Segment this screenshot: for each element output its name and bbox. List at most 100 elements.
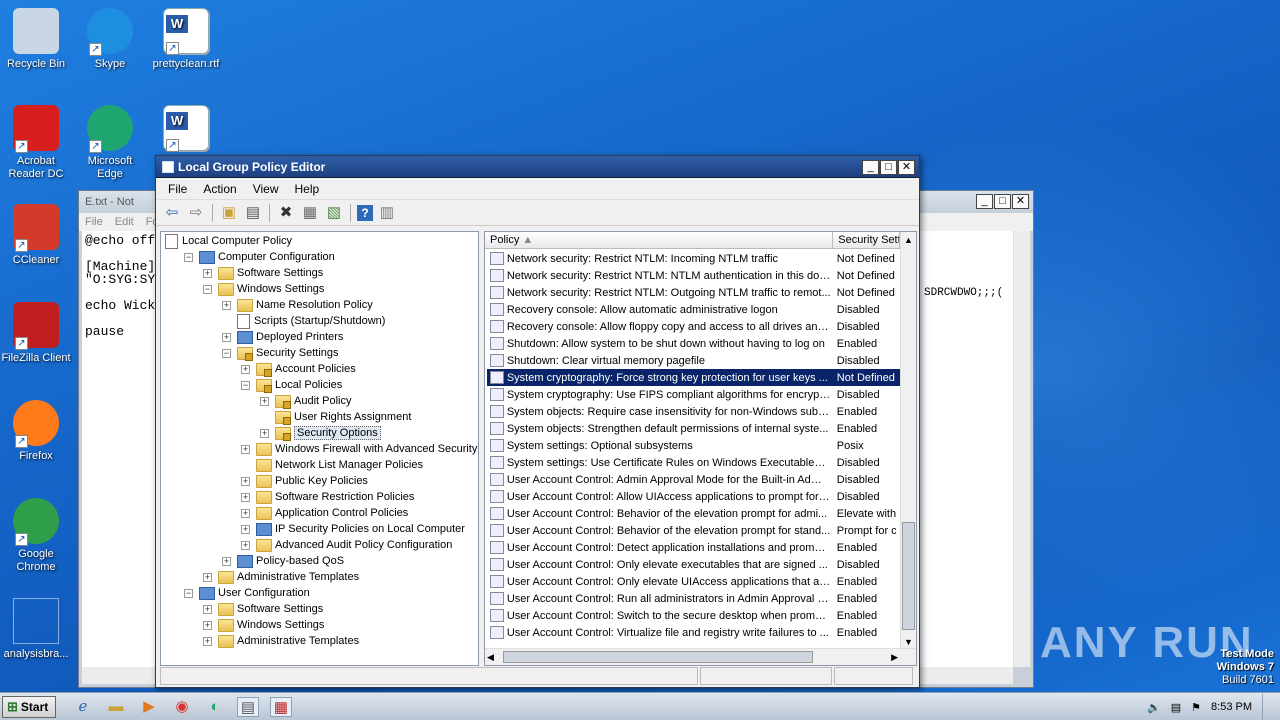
expand-icon[interactable]: + (203, 604, 212, 614)
desktop-icon-document[interactable]: W ↗ (150, 105, 222, 155)
desktop-icon-recycle-bin[interactable]: Recycle Bin (0, 8, 72, 71)
maximize-button[interactable]: □ (880, 160, 897, 175)
tree-item[interactable]: − Security Settings (222, 345, 339, 361)
explorer-folder-icon[interactable]: ▬ (105, 697, 127, 717)
expand-icon[interactable]: + (203, 572, 212, 582)
speaker-icon[interactable]: 🔈 (1147, 701, 1161, 714)
desktop-icon-acrobat-reader-dc[interactable]: ↗ Acrobat Reader DC (0, 105, 72, 181)
tree-item[interactable]: Local Computer Policy (165, 233, 292, 249)
policy-row[interactable]: User Account Control: Only elevate execu… (487, 556, 900, 573)
tree-item[interactable]: + Software Settings (203, 601, 323, 617)
forward-arrow-icon[interactable]: ⇨ (186, 203, 206, 223)
desktop-icon-filezilla-client[interactable]: ↗ FileZilla Client (0, 302, 72, 365)
show-desktop-button[interactable] (1262, 694, 1272, 720)
internet-explorer-icon[interactable]: ℯ (72, 697, 94, 717)
desktop-icon-microsoft-edge[interactable]: ↗ Microsoft Edge (74, 105, 146, 181)
tree-item[interactable]: + Advanced Audit Policy Configuration (241, 537, 452, 553)
expand-icon[interactable]: + (203, 620, 212, 630)
tree-item[interactable]: Network List Manager Policies (241, 457, 423, 473)
expand-icon[interactable]: + (260, 428, 269, 438)
expand-icon[interactable]: + (241, 476, 250, 486)
expand-icon[interactable]: + (241, 364, 250, 374)
collapse-icon[interactable]: − (203, 284, 212, 294)
chrome-icon[interactable]: ◉ (171, 697, 193, 717)
tree-item[interactable]: − Computer Configuration (184, 249, 335, 265)
menu-file[interactable]: File (160, 182, 195, 196)
tree-item[interactable]: − Local Policies (241, 377, 342, 393)
policy-row[interactable]: User Account Control: Only elevate UIAcc… (487, 573, 900, 590)
help-icon[interactable]: ? (357, 204, 373, 221)
policy-row[interactable]: User Account Control: Detect application… (487, 539, 900, 556)
expand-icon[interactable]: + (222, 332, 231, 342)
policy-row[interactable]: User Account Control: Admin Approval Mod… (487, 471, 900, 488)
policy-row[interactable]: Recovery console: Allow floppy copy and … (487, 318, 900, 335)
tree-item[interactable]: + Windows Firewall with Advanced Security (241, 441, 477, 457)
tree-item[interactable]: + Security Options (260, 425, 381, 441)
menu-file[interactable]: File (85, 216, 103, 228)
policy-row[interactable]: Network security: Restrict NTLM: Incomin… (487, 250, 900, 267)
policy-tree-pane[interactable]: Local Computer Policy − Computer Configura… (160, 231, 479, 666)
flag-icon[interactable]: ⚑ (1191, 701, 1201, 714)
clock[interactable]: 8:53 PM (1211, 701, 1252, 713)
desktop-icon-firefox[interactable]: ↗ Firefox (0, 400, 72, 463)
tree-item[interactable]: User Rights Assignment (260, 409, 411, 425)
up-folder-icon[interactable]: ▣ (219, 203, 239, 223)
filter-view-icon[interactable]: ▥ (377, 203, 397, 223)
maximize-button[interactable]: □ (994, 194, 1011, 209)
tree-item[interactable]: + Software Restriction Policies (241, 489, 414, 505)
close-button[interactable]: ✕ (1012, 194, 1029, 209)
column-header-security-setting[interactable]: Security Sett (833, 232, 900, 248)
menu-help[interactable]: Help (287, 182, 328, 196)
desktop-icon-ccleaner[interactable]: ↗ CCleaner (0, 204, 72, 267)
expand-icon[interactable]: + (241, 444, 250, 454)
policy-row[interactable]: System cryptography: Force strong key pr… (487, 369, 900, 386)
expand-icon[interactable]: + (222, 300, 231, 310)
expand-icon[interactable]: + (260, 396, 269, 406)
policy-row[interactable]: Recovery console: Allow automatic admini… (487, 301, 900, 318)
tree-item[interactable]: + Application Control Policies (241, 505, 408, 521)
policy-row[interactable]: User Account Control: Run all administra… (487, 590, 900, 607)
collapse-icon[interactable]: − (222, 348, 231, 358)
edge-icon[interactable]: ◐ (204, 697, 226, 717)
policy-row[interactable]: System objects: Require case insensitivi… (487, 403, 900, 420)
notepad-taskbar-icon[interactable]: ▤ (237, 696, 259, 717)
policy-row[interactable]: Network security: Restrict NTLM: Outgoin… (487, 284, 900, 301)
expand-icon[interactable]: + (203, 268, 212, 278)
properties-icon[interactable]: ▦ (300, 203, 320, 223)
list-vertical-scrollbar[interactable]: ▲ ▼ (900, 232, 916, 650)
network-icon[interactable]: ▤ (1171, 701, 1181, 714)
expand-icon[interactable]: + (241, 540, 250, 550)
expand-icon[interactable]: + (241, 508, 250, 518)
policy-row[interactable]: Network security: Restrict NTLM: NTLM au… (487, 267, 900, 284)
menu-action[interactable]: Action (195, 182, 244, 196)
desktop-icon-prettyclean-rtf[interactable]: W ↗ prettyclean.rtf (150, 8, 222, 71)
tree-item[interactable]: + Audit Policy (260, 393, 351, 409)
desktop-icon-google-chrome[interactable]: ↗ Google Chrome (0, 498, 72, 574)
tree-item[interactable]: + Policy-based QoS (222, 553, 344, 569)
expand-icon[interactable]: + (241, 524, 250, 534)
tree-item[interactable]: + Windows Settings (203, 617, 324, 633)
media-player-icon[interactable]: ▶ (138, 697, 160, 717)
policy-row[interactable]: System objects: Strengthen default permi… (487, 420, 900, 437)
policy-row[interactable]: System settings: Use Certificate Rules o… (487, 454, 900, 471)
start-button[interactable]: ⊞ Start (2, 695, 56, 718)
tree-item[interactable]: − User Configuration (184, 585, 310, 601)
desktop-icon-skype[interactable]: ↗ Skype (74, 8, 146, 71)
tree-item[interactable]: + Account Policies (241, 361, 356, 377)
gpedit-titlebar[interactable]: Local Group Policy Editor (156, 156, 919, 178)
expand-icon[interactable]: + (203, 636, 212, 646)
column-header-policy[interactable]: Policy ▲ (485, 232, 834, 248)
delete-icon[interactable]: ✖ (276, 203, 296, 223)
tree-item[interactable]: + Name Resolution Policy (222, 297, 373, 313)
list-horizontal-scrollbar[interactable]: ◀ ▶ (485, 648, 916, 665)
show-hide-tree-icon[interactable]: ▤ (243, 203, 263, 223)
gpedit-window[interactable]: Local Group Policy Editor _ □ ✕ File Act… (155, 155, 920, 688)
menu-view[interactable]: View (245, 182, 287, 196)
close-button[interactable]: ✕ (898, 160, 915, 175)
export-list-icon[interactable]: ▧ (324, 203, 344, 223)
back-arrow-icon[interactable]: ⇦ (162, 203, 182, 223)
policy-list-pane[interactable]: Policy ▲ Security Sett Network security:… (484, 231, 917, 666)
notepad-vertical-scrollbar[interactable] (1013, 231, 1030, 667)
collapse-icon[interactable]: − (184, 252, 193, 262)
tree-item[interactable]: + Deployed Printers (222, 329, 343, 345)
